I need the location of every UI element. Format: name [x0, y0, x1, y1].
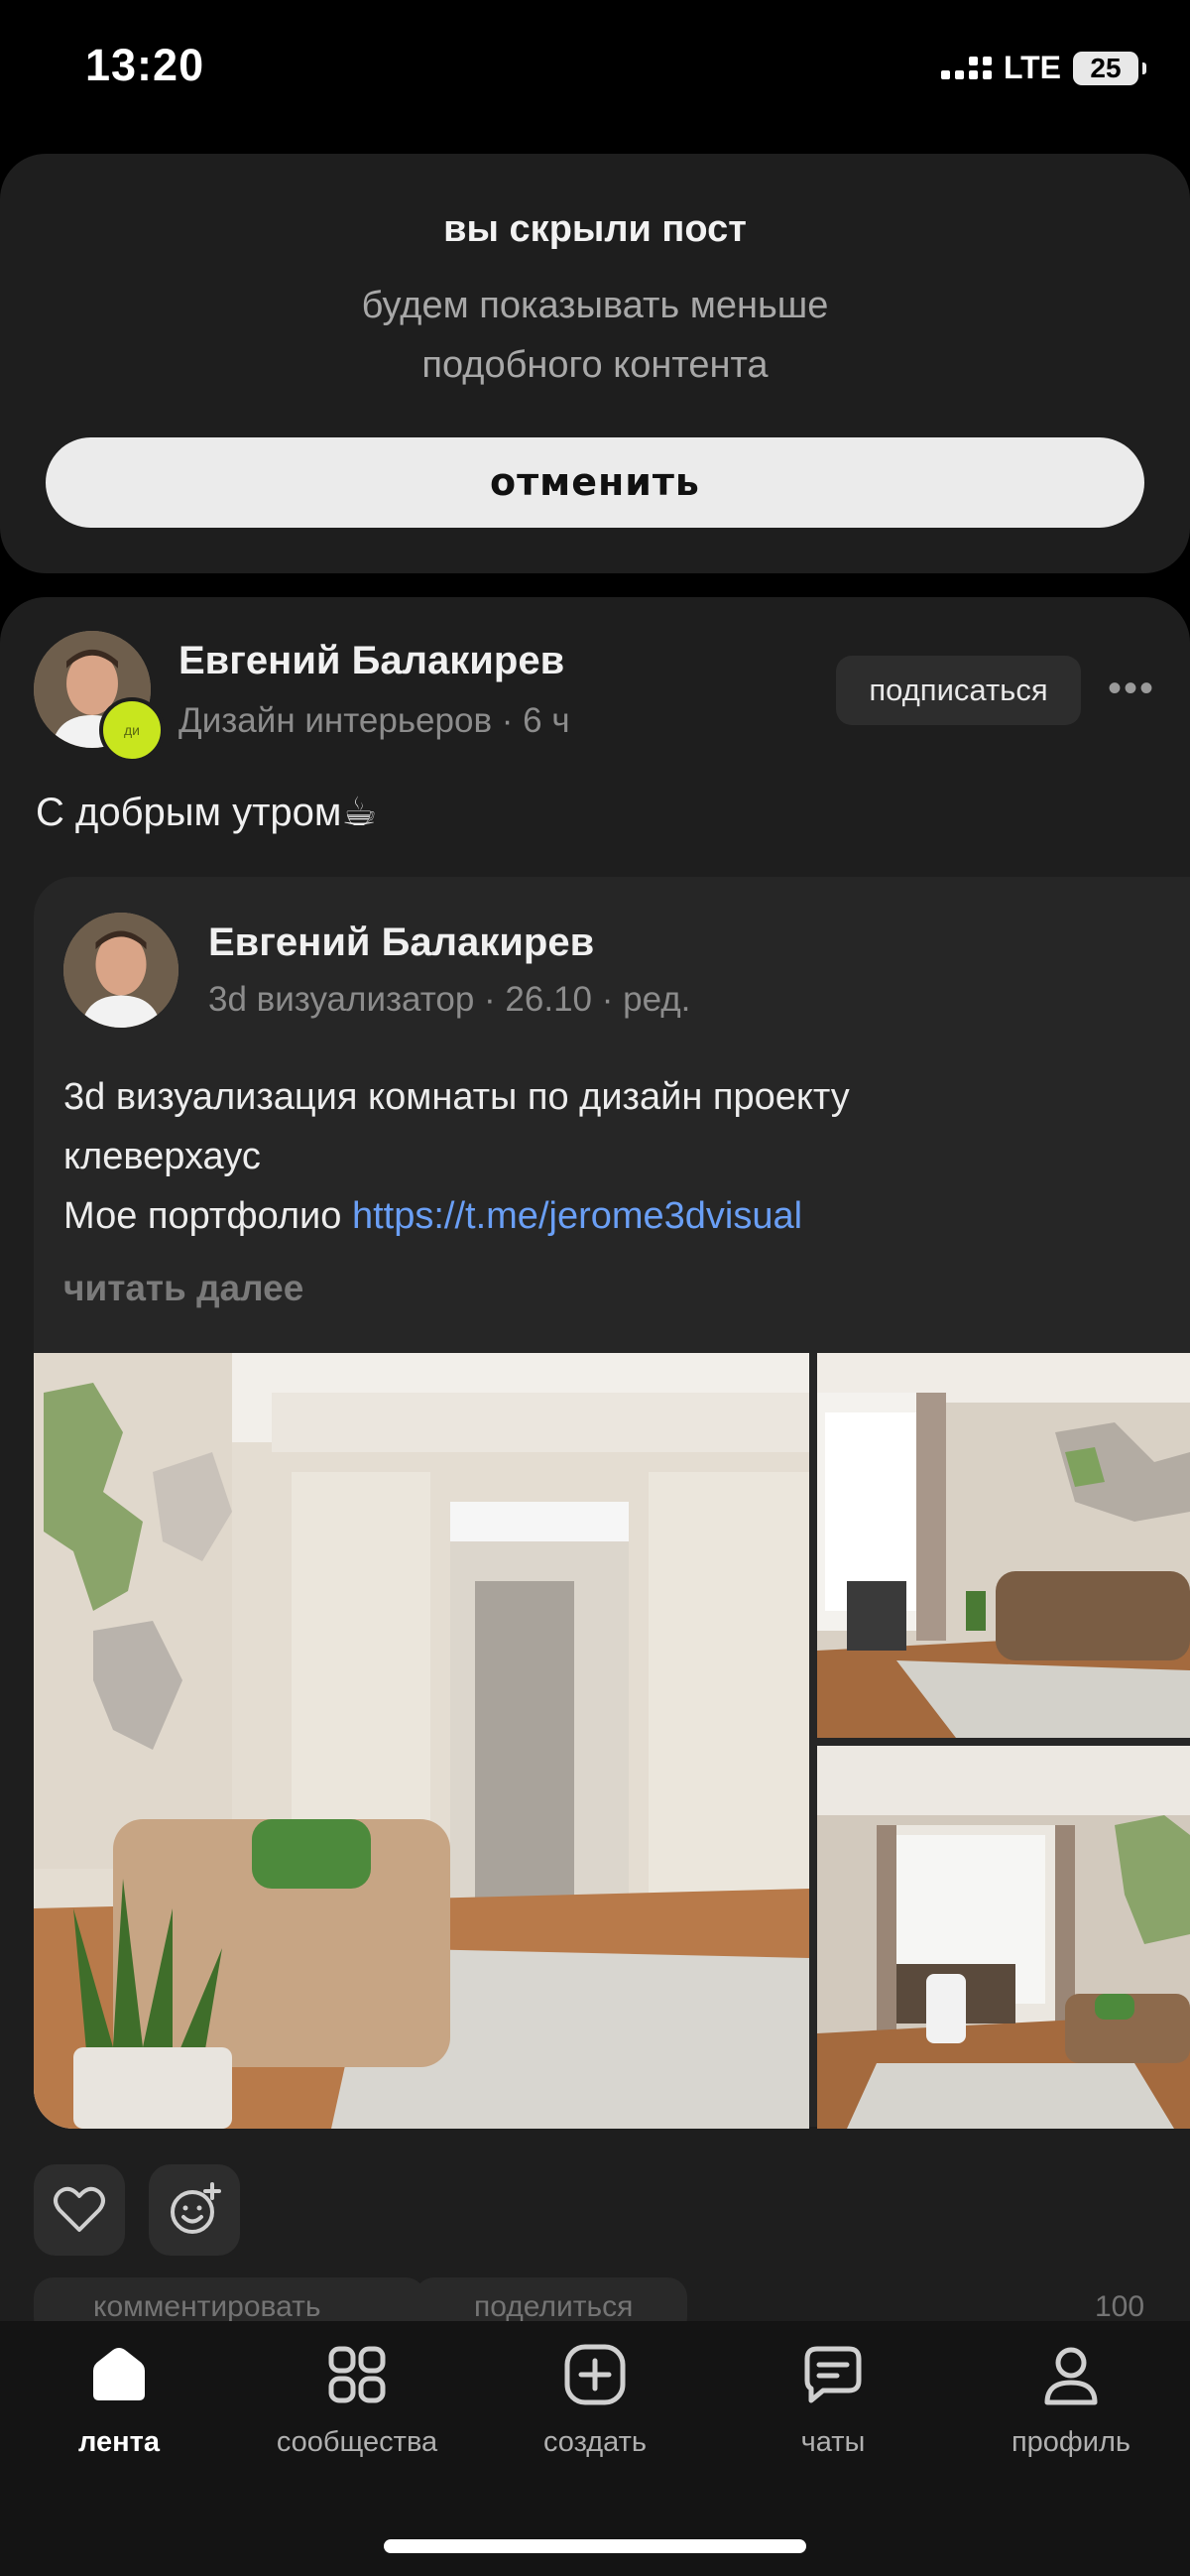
home-indicator — [384, 2539, 806, 2553]
portfolio-link[interactable]: https://t.me/jerome3dvisual — [352, 1195, 802, 1237]
post-text: С добрым утром☕ — [36, 791, 378, 834]
community-badge: ди — [99, 697, 165, 763]
more-options-icon[interactable]: ••• — [1108, 667, 1155, 711]
views-count: 100 — [1095, 2290, 1145, 2323]
nav-label: лента — [77, 2426, 160, 2458]
battery-icon: 25 — [1073, 51, 1146, 85]
post-photo-main[interactable] — [34, 1353, 809, 2129]
nav-label: чаты — [800, 2426, 866, 2458]
subtitle-line: подобного контента — [421, 344, 769, 386]
repost-text-line: Мое портфолио https://t.me/jerome3dvisua… — [63, 1186, 1144, 1246]
post-photo-2[interactable] — [817, 1353, 1190, 1738]
repost-author-name[interactable]: Евгений Балакирев — [208, 920, 594, 965]
status-time: 13:20 — [85, 40, 205, 90]
nav-label: профиль — [1011, 2426, 1131, 2458]
subscribe-button[interactable]: подписаться — [836, 656, 1081, 725]
add-reaction-button[interactable] — [149, 2164, 240, 2256]
network-type: LTE — [1003, 50, 1061, 85]
hidden-post-title: вы скрыли пост — [443, 208, 747, 250]
chats-icon — [804, 2346, 862, 2403]
post-actions-row: комментировать поделиться 100 — [34, 2277, 1190, 2325]
nav-communities[interactable]: сообщества — [238, 2341, 476, 2459]
add-emoji-icon — [171, 2182, 221, 2234]
nav-profile[interactable]: профиль — [952, 2341, 1190, 2459]
profile-icon — [1044, 2347, 1098, 2405]
nav-feed[interactable]: лента — [0, 2341, 238, 2459]
repost-author-avatar[interactable] — [63, 913, 178, 1028]
repost-text: 3d визуализация комнаты по дизайн проект… — [63, 1067, 1144, 1246]
create-icon — [564, 2344, 626, 2405]
communities-icon — [328, 2346, 386, 2403]
heart-icon — [54, 2186, 105, 2232]
repost-text-line: 3d визуализация комнаты по дизайн проект… — [63, 1076, 850, 1118]
author-name[interactable]: Евгений Балакирев — [178, 639, 564, 683]
hidden-post-subtitle: будем показывать меньше подобного контен… — [0, 276, 1190, 395]
nav-label: создать — [542, 2426, 648, 2458]
signal-icon — [940, 57, 992, 79]
cancel-hide-button[interactable]: отменить — [46, 437, 1144, 528]
read-more-link[interactable]: читать далее — [63, 1268, 303, 1309]
repost-text-line: клеверхаус — [63, 1136, 261, 1177]
nav-create[interactable]: создать — [476, 2341, 714, 2459]
portfolio-label: Мое портфолио — [63, 1195, 352, 1237]
comment-button[interactable]: комментировать — [34, 2277, 425, 2325]
subtitle-line: будем показывать меньше — [361, 285, 829, 326]
post-meta[interactable]: Дизайн интерьеров · 6 ч — [178, 701, 570, 741]
home-icon — [93, 2348, 145, 2400]
share-button[interactable]: поделиться — [415, 2277, 687, 2325]
status-indicators: LTE 25 — [940, 50, 1146, 86]
nav-label: сообщества — [276, 2426, 438, 2458]
like-button[interactable] — [34, 2164, 125, 2256]
repost-meta: 3d визуализатор · 26.10 · ред. — [208, 980, 691, 1019]
nav-chats[interactable]: чаты — [714, 2341, 952, 2459]
post-photo-3[interactable] — [817, 1746, 1190, 2129]
